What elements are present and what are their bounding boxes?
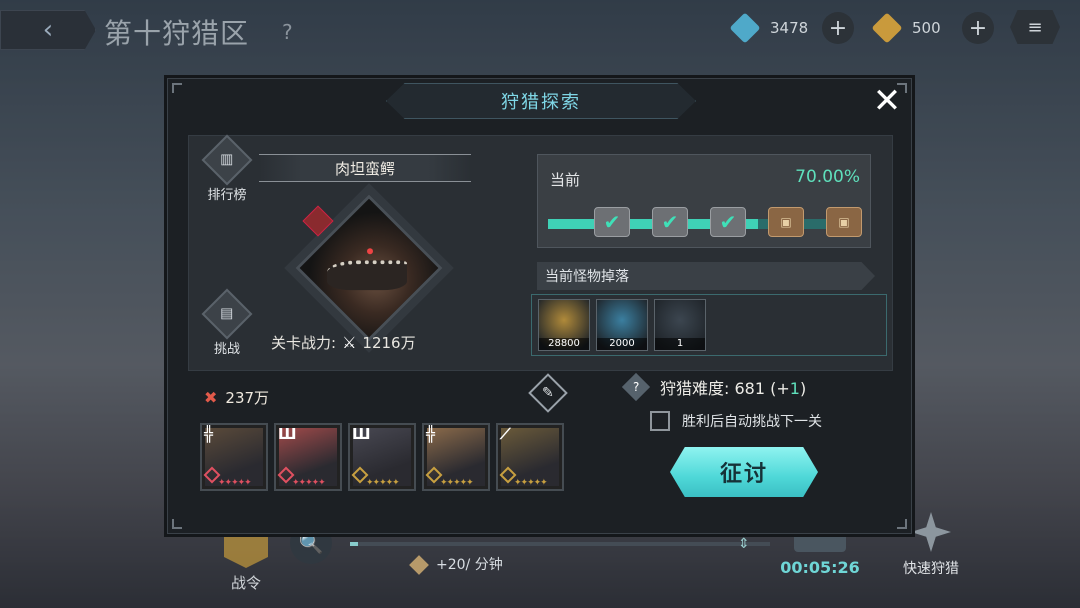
back-button[interactable]: ‹ xyxy=(0,10,96,50)
difficulty-help-icon[interactable]: ? xyxy=(621,372,651,402)
add-gold-button[interactable]: + xyxy=(962,12,994,44)
element-badge-icon xyxy=(302,205,334,237)
hero-stars: ✦✦✦✦✦ xyxy=(218,478,252,488)
hero-slot[interactable]: ⟋ ✦✦✦✦✦ xyxy=(496,423,564,491)
progress-label: 当前 xyxy=(550,171,581,189)
hunt-explore-modal: 狩猎探索 ✕ ▥ 排行榜 肉坦蛮鳄 ▤ 挑战 关卡战力: ⚔ 1216万 当前 … xyxy=(167,78,912,534)
drop-quantity: 28800 xyxy=(539,338,589,350)
quick-hunt-label: 快速狩猎 xyxy=(903,561,959,577)
hero-class-icon: ╬ xyxy=(204,425,214,443)
battle-pass-label: 战令 xyxy=(230,574,261,592)
menu-button[interactable]: ≡ xyxy=(1010,10,1060,44)
reward-chest-icon[interactable]: ▣ xyxy=(826,207,862,237)
team-power-icon: ✖ xyxy=(204,388,218,407)
stage-power-value: 1216万 xyxy=(362,334,416,352)
back-arrow-icon: ‹ xyxy=(42,15,54,45)
resource-blue: 3478 xyxy=(729,12,809,44)
hero-class-icon: ⟋ xyxy=(500,425,511,443)
attack-label: 征讨 xyxy=(719,462,768,487)
hero-stars: ✦✦✦✦✦ xyxy=(366,478,400,488)
zone-title: 第十狩猎区 xyxy=(104,17,250,50)
reward-chest-icon[interactable]: ▣ xyxy=(768,207,804,237)
boss-name-bar: 肉坦蛮鳄 xyxy=(259,154,471,182)
boss-name: 肉坦蛮鳄 xyxy=(334,159,395,178)
pencil-icon: ✎ xyxy=(542,384,554,401)
help-icon[interactable]: ? xyxy=(282,20,302,44)
progress-panel: 当前 70.00% ✔ ✔ ✔ ▣ ▣ xyxy=(537,154,871,248)
stage-cleared-icon: ✔ xyxy=(594,207,630,237)
auto-next-checkbox[interactable] xyxy=(650,411,670,431)
hero-stars: ✦✦✦✦✦ xyxy=(292,478,326,488)
attack-button[interactable]: 征讨 xyxy=(670,447,818,497)
team-power-value: 237万 xyxy=(225,389,270,407)
drop-item[interactable]: 28800 xyxy=(538,299,590,351)
hero-class-icon: Ш xyxy=(352,425,371,443)
boss-info-panel: ▥ 排行榜 肉坦蛮鳄 ▤ 挑战 关卡战力: ⚔ 1216万 当前 70.00% xyxy=(188,134,893,371)
team-power: ✖ 237万 xyxy=(204,387,269,408)
challenge-icon: ▤ xyxy=(220,305,234,322)
difficulty-label: 狩猎难度: xyxy=(660,379,730,398)
hero-stars: ✦✦✦✦✦ xyxy=(514,478,548,488)
drop-quantity: 2000 xyxy=(597,338,647,350)
auto-next-label: 胜利后自动挑战下一关 xyxy=(682,414,822,430)
difficulty-row: ? 狩猎难度: 681 (+1) xyxy=(621,372,806,402)
magnifier-icon: 🔍 xyxy=(298,531,324,555)
rate-bar xyxy=(350,542,770,546)
leaderboard-label: 排行榜 xyxy=(207,188,247,203)
quick-hunt-icon xyxy=(911,512,951,552)
crossed-swords-icon: ⚔ xyxy=(342,333,357,352)
resource-gold: 500 xyxy=(871,12,941,44)
drops-list: 28800 2000 1 xyxy=(531,294,887,356)
challenge-button[interactable]: ▤ 挑战 xyxy=(199,288,255,357)
resource-gold-value: 500 xyxy=(912,19,941,37)
hero-class-icon: ╬ xyxy=(426,425,436,443)
modal-title: 狩猎探索 xyxy=(501,92,581,113)
rate-text: +20/ 分钟 xyxy=(436,557,503,573)
challenge-label: 挑战 xyxy=(213,342,240,357)
hero-stars: ✦✦✦✦✦ xyxy=(440,478,474,488)
gold-crystal-icon xyxy=(871,12,903,44)
difficulty-value: 681 xyxy=(734,379,766,398)
close-icon: ✕ xyxy=(872,81,902,121)
resource-blue-value: 3478 xyxy=(770,19,809,37)
drops-title-bar: 当前怪物掉落 xyxy=(537,262,875,290)
hero-slot[interactable]: ╬ ✦✦✦✦✦ xyxy=(422,423,490,491)
stage-cleared-icon: ✔ xyxy=(710,207,746,237)
close-button[interactable]: ✕ xyxy=(869,83,905,119)
auto-next-row[interactable]: 胜利后自动挑战下一关 xyxy=(650,411,822,431)
blue-crystal-icon xyxy=(729,12,761,44)
hero-slot[interactable]: Ш ✦✦✦✦✦ xyxy=(274,423,342,491)
drops-title: 当前怪物掉落 xyxy=(545,269,629,285)
rate-line: +20/ 分钟 xyxy=(409,554,503,575)
idle-timer: 00:05:26 xyxy=(780,558,860,577)
modal-title-bar: 狩猎探索 xyxy=(386,83,696,119)
menu-icon: ≡ xyxy=(1027,16,1043,38)
drop-quantity: 1 xyxy=(655,338,705,350)
progress-percent: 70.00% xyxy=(795,167,860,187)
resource-rate-icon xyxy=(409,555,429,575)
add-blue-button[interactable]: + xyxy=(822,12,854,44)
difficulty-delta: 1 xyxy=(789,379,800,398)
hero-slot[interactable]: Ш ✦✦✦✦✦ xyxy=(348,423,416,491)
stage-power-label: 关卡战力: xyxy=(271,334,337,352)
hero-class-icon: Ш xyxy=(278,425,297,443)
top-bar: ‹ 第十狩猎区 ? 3478 + 500 + ≡ xyxy=(0,0,1080,62)
stage-power: 关卡战力: ⚔ 1216万 xyxy=(271,332,416,353)
leaderboard-icon: ▥ xyxy=(220,151,234,168)
leaderboard-button[interactable]: ▥ 排行榜 xyxy=(199,134,255,203)
edit-team-button[interactable]: ✎ xyxy=(528,373,568,413)
stage-cleared-icon: ✔ xyxy=(652,207,688,237)
updown-icon[interactable]: ⇕ xyxy=(738,536,760,558)
drop-item[interactable]: 1 xyxy=(654,299,706,351)
hero-slot[interactable]: ╬ ✦✦✦✦✦ xyxy=(200,423,268,491)
drop-item[interactable]: 2000 xyxy=(596,299,648,351)
